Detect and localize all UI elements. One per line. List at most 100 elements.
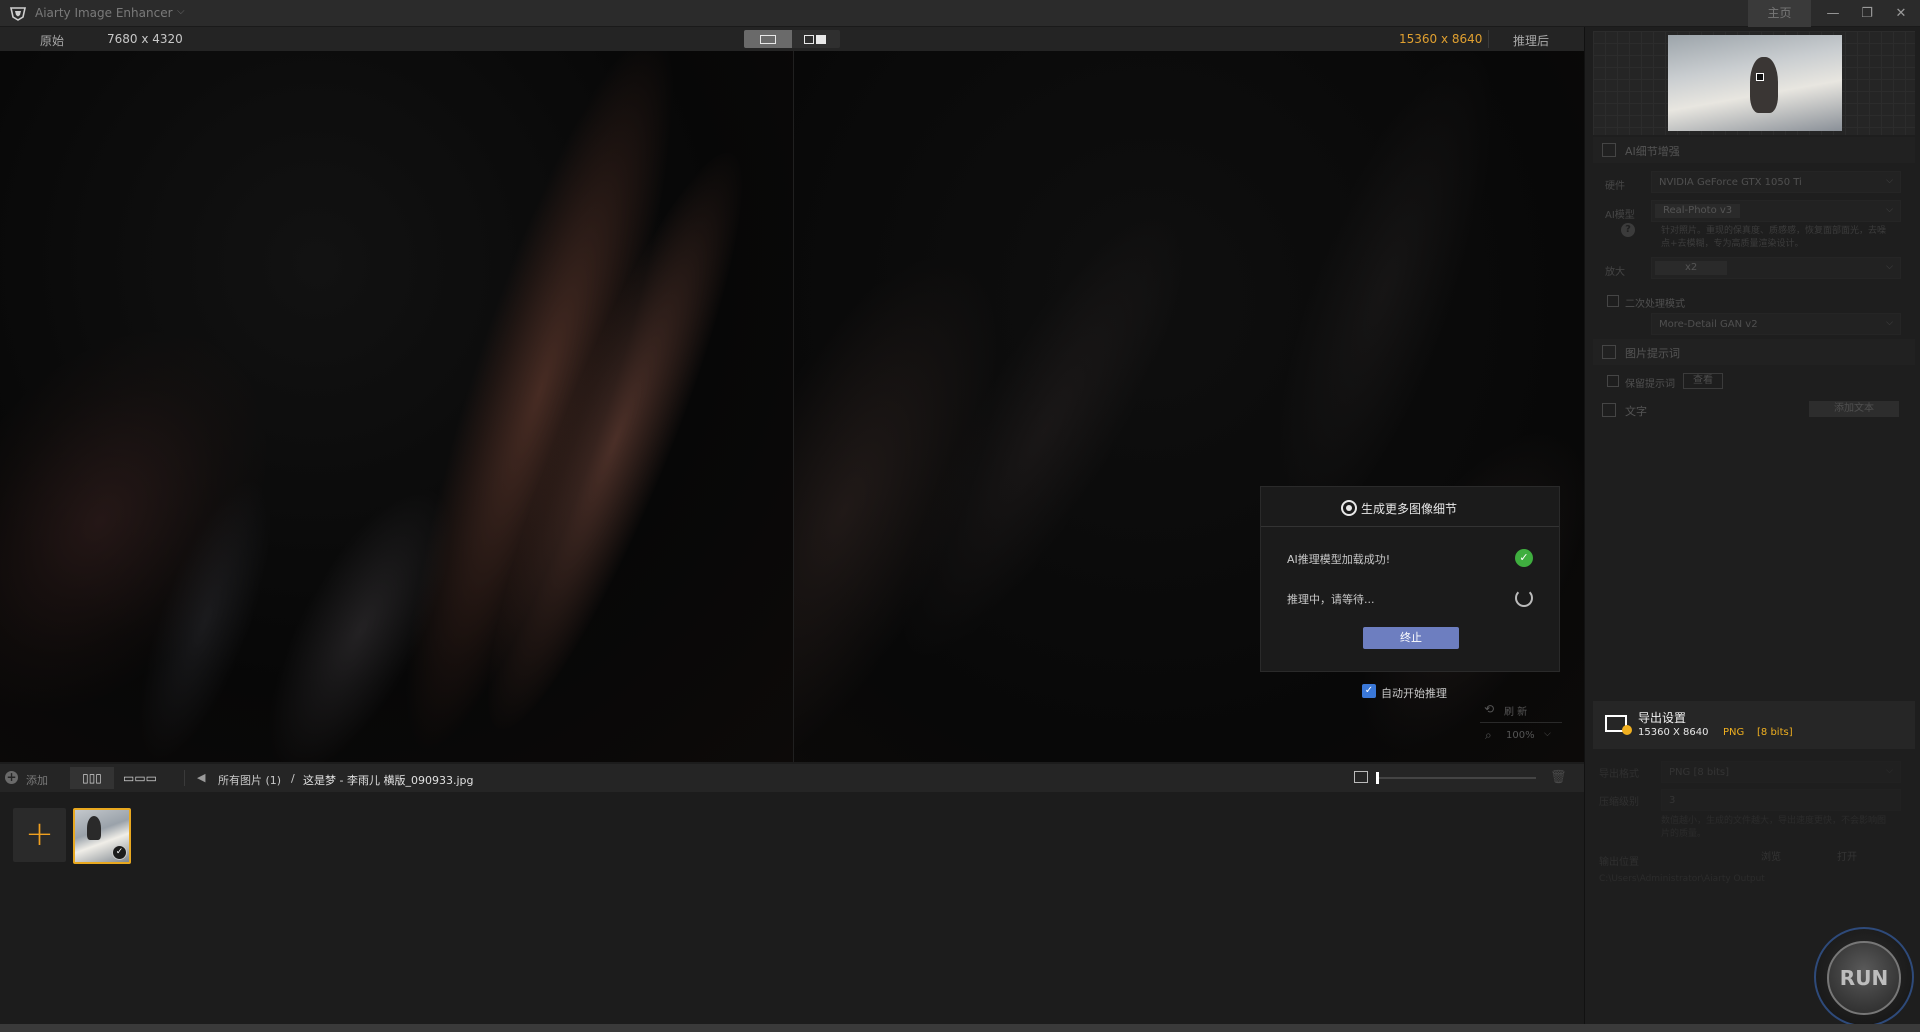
status-strip	[0, 1024, 1920, 1032]
app-title: Aiarty Image Enhancer	[35, 6, 173, 20]
navigator-subject	[1750, 57, 1778, 113]
result-size: 15360 x 8640	[1399, 32, 1483, 46]
image-gallery: + ✓	[0, 792, 1584, 1024]
open-button[interactable]: 打开	[1817, 851, 1877, 867]
keep-prompt-checkbox[interactable]	[1607, 375, 1619, 387]
export-title: 导出设置	[1638, 711, 1687, 725]
minimize-button[interactable]: —	[1816, 0, 1850, 27]
auto-start-checkbox[interactable]: ✓	[1362, 684, 1376, 698]
quality-hint: 数值越小，生成的文件越大，导出速度更快，不会影响图片的质量。	[1661, 816, 1887, 839]
original-size: 7680 x 4320	[107, 32, 183, 46]
text-icon	[1602, 403, 1616, 417]
original-label: 原始	[40, 34, 65, 48]
prompt-section[interactable]: 图片提示词	[1593, 339, 1915, 365]
inference-status-text: 推理中，请等待...	[1287, 593, 1375, 606]
auto-start-label: 自动开始推理	[1381, 687, 1447, 700]
format-value: PNG [8 bits]	[1669, 767, 1730, 778]
second-model-select[interactable]: More-Detail GAN v2 ⌵	[1651, 313, 1901, 335]
model-label: AI模型	[1605, 210, 1635, 221]
export-bits: [8 bits]	[1757, 727, 1793, 738]
add-text-button[interactable]: 添加文本	[1809, 401, 1899, 417]
browse-button[interactable]: 浏览	[1741, 851, 1801, 867]
navigator-preview[interactable]	[1593, 31, 1915, 135]
split-view-button[interactable]	[744, 30, 792, 48]
ai-detail-section[interactable]: AI细节增强	[1593, 137, 1915, 163]
gear-icon	[1622, 725, 1632, 735]
home-tab[interactable]: 主页	[1748, 0, 1811, 27]
keep-prompt-label: 保留提示词	[1625, 379, 1675, 390]
gallery-toolbar: + 添加 ▯▯▯ ▭▭▭ ◀ 所有图片 (1) / 这是梦 - 李雨儿 横版_0…	[0, 764, 1584, 792]
toolbar-divider	[184, 770, 185, 786]
close-button[interactable]: ✕	[1884, 0, 1918, 27]
refresh-icon[interactable]: ⟲	[1484, 702, 1494, 716]
export-format: PNG	[1723, 727, 1745, 738]
quality-label: 压缩级别	[1599, 797, 1639, 808]
chevron-down-icon[interactable]: ⌵	[1544, 729, 1551, 739]
chevron-down-icon: ⌵	[1886, 262, 1893, 272]
document-icon	[1602, 345, 1616, 359]
success-check-icon: ✓	[1515, 549, 1533, 567]
scale-select[interactable]: x2 ⌵	[1651, 257, 1901, 279]
aperture-icon	[1341, 500, 1357, 516]
text-section-title: 文字	[1625, 405, 1647, 418]
compare-header: 原始 7680 x 4320 15360 x 8640 推理后	[0, 27, 1584, 51]
back-arrow-icon[interactable]: ◀	[197, 771, 205, 784]
grid-view-button[interactable]: ▯▯▯	[70, 767, 114, 789]
image-thumbnail[interactable]: ✓	[73, 808, 131, 864]
split-view-icon	[760, 35, 776, 44]
thumbnail-size-icon	[1354, 771, 1368, 783]
second-pass-label: 二次处理模式	[1625, 299, 1685, 310]
restore-button[interactable]: ❐	[1850, 0, 1884, 27]
breadcrumb-all-images[interactable]: 所有图片 (1)	[218, 772, 281, 788]
list-view-button[interactable]: ▭▭▭	[118, 767, 162, 789]
prompt-section-title: 图片提示词	[1625, 347, 1680, 360]
quality-input[interactable]: 3	[1661, 789, 1901, 811]
add-image-tile[interactable]: +	[13, 808, 66, 862]
original-pane[interactable]	[0, 51, 793, 762]
thumbnail-image	[87, 816, 101, 840]
chevron-down-icon: ⌵	[1886, 318, 1893, 328]
thumbnail-size-slider[interactable]	[1376, 777, 1536, 779]
add-icon[interactable]: +	[5, 771, 18, 784]
zoom-control[interactable]: ⌕ 100% ⌵	[1480, 722, 1562, 748]
second-pass-checkbox[interactable]	[1607, 295, 1619, 307]
breadcrumb-file-name: 这是梦 - 李雨儿 横版_090933.jpg	[303, 774, 474, 787]
model-select[interactable]: Real-Photo v3 ⌵	[1651, 200, 1901, 222]
run-button[interactable]: RUN	[1827, 941, 1901, 1015]
hardware-select[interactable]: NVIDIA GeForce GTX 1050 Ti ⌵	[1651, 171, 1901, 193]
model-value: Real-Photo v3	[1655, 204, 1741, 218]
format-select[interactable]: PNG [8 bits] ⌵	[1661, 761, 1901, 783]
title-bar: Aiarty Image Enhancer ⌵ 主页 — ❐ ✕	[0, 0, 1920, 27]
ai-detail-title: AI细节增强	[1625, 145, 1680, 158]
trash-icon[interactable]: 🗑	[1550, 770, 1567, 785]
output-path: C:\Users\Administrator\Aiarty Output	[1599, 874, 1765, 884]
progress-dialog: 生成更多图像细节 AI推理模型加载成功! ✓ 推理中，请等待... 终止	[1260, 486, 1560, 672]
side-by-side-icon	[804, 35, 814, 44]
stop-button[interactable]: 终止	[1363, 627, 1459, 649]
zoom-value: 100%	[1506, 730, 1535, 741]
settings-panel: AI细节增强 硬件 NVIDIA GeForce GTX 1050 Ti ⌵ A…	[1584, 27, 1920, 1027]
chevron-down-icon: ⌵	[1886, 176, 1893, 186]
chevron-down-icon: ⌵	[1886, 766, 1893, 776]
breadcrumb-separator: /	[291, 772, 295, 785]
scale-label: 放大	[1605, 267, 1625, 278]
format-label: 导出格式	[1599, 769, 1639, 780]
help-icon[interactable]: ?	[1621, 223, 1635, 237]
add-button[interactable]: 添加	[26, 772, 48, 788]
zoom-icon: ⌕	[1485, 728, 1492, 742]
slider-handle[interactable]	[1376, 772, 1379, 784]
navigator-image	[1668, 35, 1842, 131]
viewport-marker[interactable]	[1756, 73, 1764, 81]
refresh-button[interactable]: 刷 新	[1504, 703, 1527, 718]
side-by-side-button[interactable]	[792, 30, 840, 48]
enhance-icon	[1602, 143, 1616, 157]
export-summary[interactable]: 导出设置 15360 X 8640 PNG [8 bits]	[1593, 701, 1915, 749]
chevron-down-icon[interactable]: ⌵	[177, 6, 185, 17]
scale-value: x2	[1655, 261, 1728, 275]
hardware-value: NVIDIA GeForce GTX 1050 Ti	[1659, 177, 1802, 188]
dialog-header: 生成更多图像细节	[1261, 487, 1559, 527]
view-prompt-button[interactable]: 查看	[1683, 373, 1723, 389]
enhancement-settings: AI细节增强 硬件 NVIDIA GeForce GTX 1050 Ti ⌵ A…	[1585, 135, 1920, 700]
check-icon: ✓	[112, 845, 127, 860]
dialog-title: 生成更多图像细节	[1361, 502, 1458, 516]
